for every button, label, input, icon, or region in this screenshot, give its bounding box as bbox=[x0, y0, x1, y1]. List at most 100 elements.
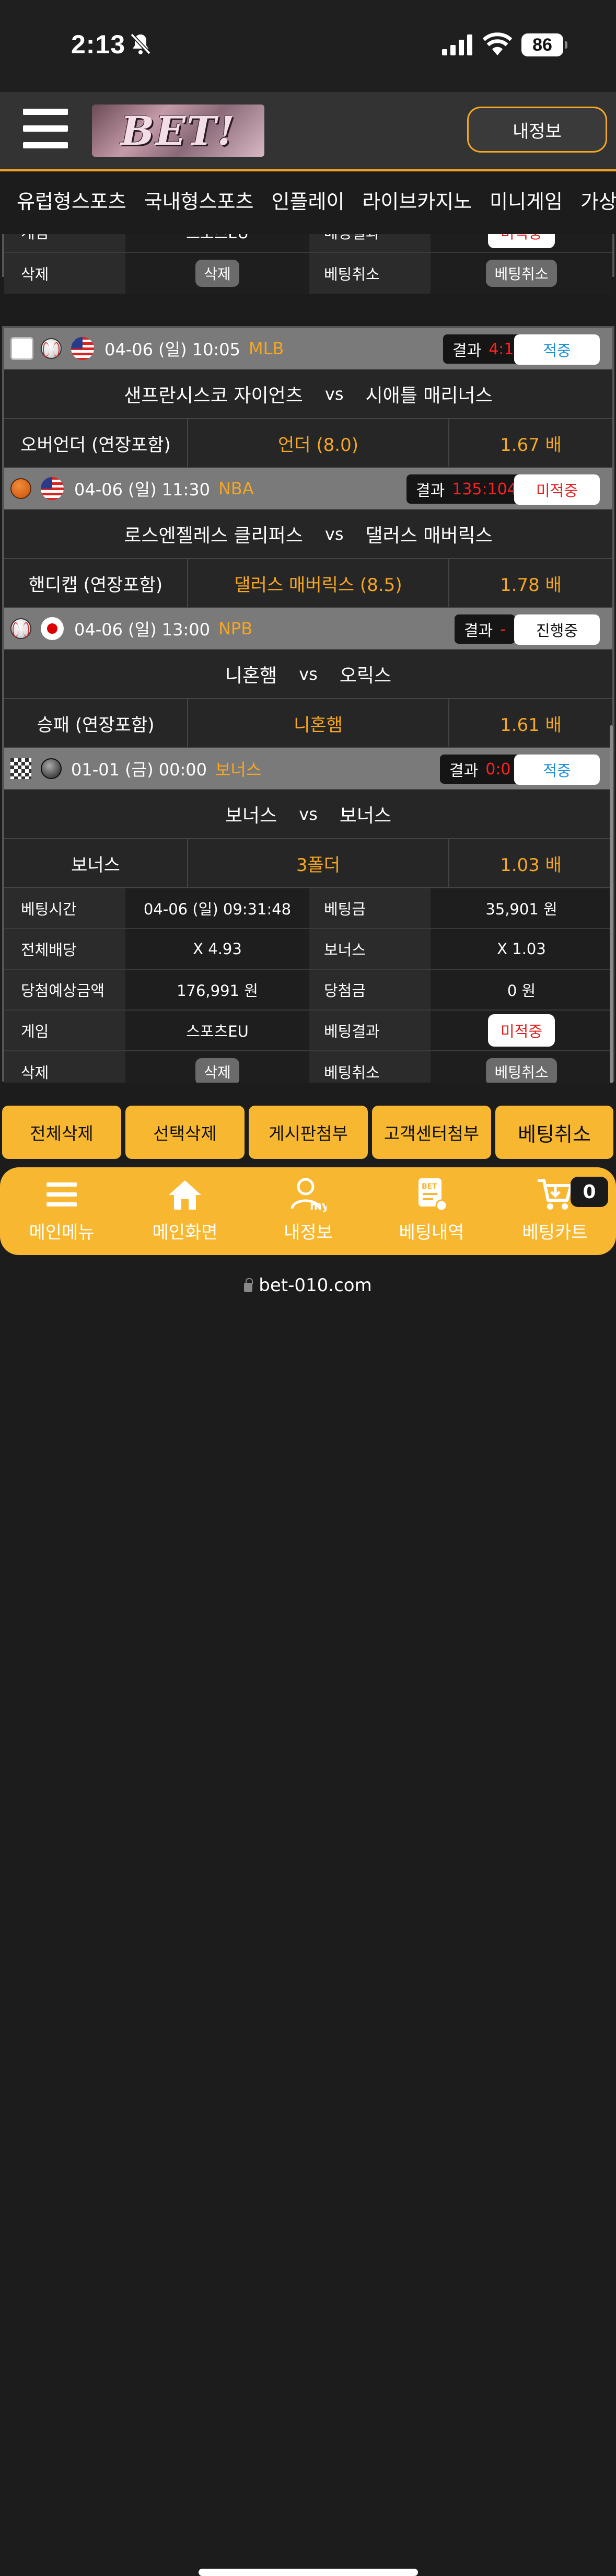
result-badge: 미적중 bbox=[487, 1014, 555, 1047]
info-label: 베팅금 bbox=[309, 888, 431, 928]
nav-label: 베팅내역 bbox=[399, 1222, 464, 1243]
tab-mini-game[interactable]: 미니게임 bbox=[490, 171, 563, 232]
cart-icon bbox=[538, 1179, 573, 1210]
hamburger-menu-icon[interactable] bbox=[23, 109, 68, 149]
baseball-icon bbox=[10, 618, 31, 639]
score: 0:0 bbox=[485, 760, 511, 779]
attach-support-button[interactable]: 고객센터첨부 bbox=[372, 1106, 491, 1159]
matchup: 샌프란시스코 자이언츠 vs 시애틀 매리너스 bbox=[4, 370, 612, 419]
bet-history-icon: BET bbox=[419, 1178, 448, 1212]
market-type: 승패 (연장포함) bbox=[4, 699, 188, 747]
status-badge: 진행중 bbox=[514, 614, 600, 645]
game-header: 01-01 (금) 00:00 보너스 결과 0:0 적중 bbox=[4, 748, 612, 790]
delete-all-button[interactable]: 전체삭제 bbox=[2, 1106, 121, 1159]
delete-button[interactable]: 삭제 bbox=[195, 1058, 239, 1083]
info-row: 베팅시간 04-06 (일) 09:31:48 베팅금 35,901 원 bbox=[4, 888, 612, 929]
soccer-ball-icon bbox=[41, 758, 62, 779]
site-logo[interactable]: BET! bbox=[92, 105, 264, 157]
url-text: bet-010.com bbox=[0, 1275, 616, 1296]
tab-euro-sports[interactable]: 유럽형스포츠 bbox=[17, 171, 126, 232]
scrollbar[interactable] bbox=[610, 725, 613, 1083]
cancel-bet-all-button[interactable]: 베팅취소 bbox=[495, 1106, 613, 1159]
info-value: 스포츠EU bbox=[125, 1011, 309, 1050]
info-row: 당첨예상금액 176,991 원 당첨금 0 원 bbox=[4, 970, 612, 1011]
result-box: 결과 135:104 bbox=[406, 474, 527, 504]
battery-indicator: 86 bbox=[521, 33, 567, 56]
menu-icon bbox=[47, 1182, 77, 1206]
bet-odds: 1.67 배 bbox=[500, 434, 562, 456]
info-value: 베팅취소 bbox=[431, 253, 612, 294]
nav-main-menu[interactable]: 메인메뉴 bbox=[0, 1167, 123, 1255]
game-league: NPB bbox=[218, 619, 253, 639]
bet-pick: 언더 (8.0) bbox=[188, 419, 449, 467]
svg-text:my: my bbox=[310, 1200, 327, 1213]
delete-selected-button[interactable]: 선택삭제 bbox=[125, 1106, 245, 1159]
info-label: 베팅시간 bbox=[4, 888, 125, 928]
info-value: 미적중 bbox=[431, 1011, 612, 1050]
result-box: 결과 0:0 bbox=[440, 755, 520, 784]
info-label: 전체배당 bbox=[4, 929, 125, 969]
info-row: 전체배당 X 4.93 보너스 X 1.03 bbox=[4, 929, 612, 970]
away-team: 시애틀 매리너스 bbox=[365, 385, 493, 407]
user-icon: my bbox=[290, 1178, 327, 1213]
nav-my-info[interactable]: my 내정보 bbox=[247, 1167, 370, 1255]
nav-label: 메인화면 bbox=[152, 1222, 218, 1243]
japan-flag-icon bbox=[41, 617, 64, 640]
info-label: 삭제 bbox=[4, 253, 125, 294]
away-team: 오릭스 bbox=[339, 665, 392, 687]
info-row: 삭제 삭제 베팅취소 베팅취소 bbox=[4, 1051, 612, 1083]
nav-bet-history[interactable]: BET 베팅내역 bbox=[370, 1167, 493, 1255]
tab-live-casino[interactable]: 라이브카지노 bbox=[362, 171, 472, 232]
score: - bbox=[500, 620, 506, 639]
bonus-icon bbox=[10, 758, 31, 779]
home-icon bbox=[169, 1180, 201, 1210]
nav-label: 메인메뉴 bbox=[29, 1222, 95, 1243]
info-label: 베팅취소 bbox=[309, 1051, 431, 1083]
bet-pick: 니혼햄 bbox=[188, 699, 449, 747]
status-bar: 2:13 86 bbox=[0, 0, 616, 92]
home-indicator[interactable] bbox=[199, 2569, 418, 2576]
status-time: 2:13 bbox=[71, 30, 126, 59]
nav-label: 내정보 bbox=[284, 1222, 333, 1243]
home-team: 로스엔젤레스 클리퍼스 bbox=[124, 525, 303, 547]
info-label: 당첨금 bbox=[309, 970, 431, 1009]
info-value: 스포츠EU bbox=[125, 234, 309, 252]
bet-slip: 04-06 (일) 10:05 MLB 결과 4:1 적중 샌프란시스코 자이언츠… bbox=[2, 326, 614, 1083]
tab-virtual-game[interactable]: 가상게임 bbox=[580, 171, 616, 232]
bottom-nav: 메인메뉴 메인화면 my 내정보 BET 베팅내역 베팅카트 bbox=[0, 1167, 616, 1255]
delete-button[interactable]: 삭제 bbox=[195, 260, 239, 287]
bell-muted-icon bbox=[130, 33, 151, 55]
info-label: 베팅결과 bbox=[309, 1011, 431, 1050]
game-datetime: 04-06 (일) 13:00 bbox=[74, 620, 210, 640]
bet-row: 보너스 3폴더 1.03 배 bbox=[4, 839, 612, 888]
bet-odds: 1.78 배 bbox=[500, 574, 562, 596]
lock-icon bbox=[244, 1278, 253, 1292]
info-label: 게임 bbox=[4, 234, 125, 252]
browser-url-bar[interactable]: bet-010.com bbox=[0, 1255, 616, 2576]
home-team: 보너스 bbox=[225, 805, 277, 827]
my-info-button[interactable]: 내정보 bbox=[467, 107, 607, 153]
matchup: 니혼햄 vs 오릭스 bbox=[4, 650, 612, 699]
cancel-bet-button[interactable]: 베팅취소 bbox=[486, 1058, 557, 1083]
info-label: 베팅취소 bbox=[309, 253, 431, 294]
result-box: 결과 - bbox=[455, 614, 516, 644]
market-type: 오버언더 (연장포함) bbox=[4, 419, 188, 467]
info-value: 미적중 bbox=[431, 234, 612, 252]
category-tabs: 유럽형스포츠 국내형스포츠 인플레이 라이브카지노 미니게임 가상게임 bbox=[0, 169, 616, 234]
attach-board-button[interactable]: 게시판첨부 bbox=[249, 1106, 368, 1159]
info-row: 게임 스포츠EU 베팅결과 미적중 bbox=[4, 1011, 612, 1051]
info-value: X 1.03 bbox=[431, 929, 612, 969]
baseball-icon bbox=[41, 338, 62, 359]
market-type: 핸디캡 (연장포함) bbox=[4, 559, 188, 607]
tab-domestic-sports[interactable]: 국내형스포츠 bbox=[144, 171, 254, 232]
game-league: NBA bbox=[218, 479, 254, 498]
tab-inplay[interactable]: 인플레이 bbox=[272, 171, 345, 232]
info-row: 게임 스포츠EU 베팅결과 미적중 bbox=[4, 234, 612, 253]
select-checkbox[interactable] bbox=[10, 337, 33, 360]
cancel-bet-button[interactable]: 베팅취소 bbox=[486, 260, 557, 287]
game-league: 보너스 bbox=[215, 760, 262, 780]
nav-home[interactable]: 메인화면 bbox=[123, 1167, 247, 1255]
info-value: 176,991 원 bbox=[125, 970, 309, 1009]
info-row: 삭제 삭제 베팅취소 베팅취소 bbox=[4, 253, 612, 294]
bet-odds: 1.61 배 bbox=[500, 714, 562, 736]
